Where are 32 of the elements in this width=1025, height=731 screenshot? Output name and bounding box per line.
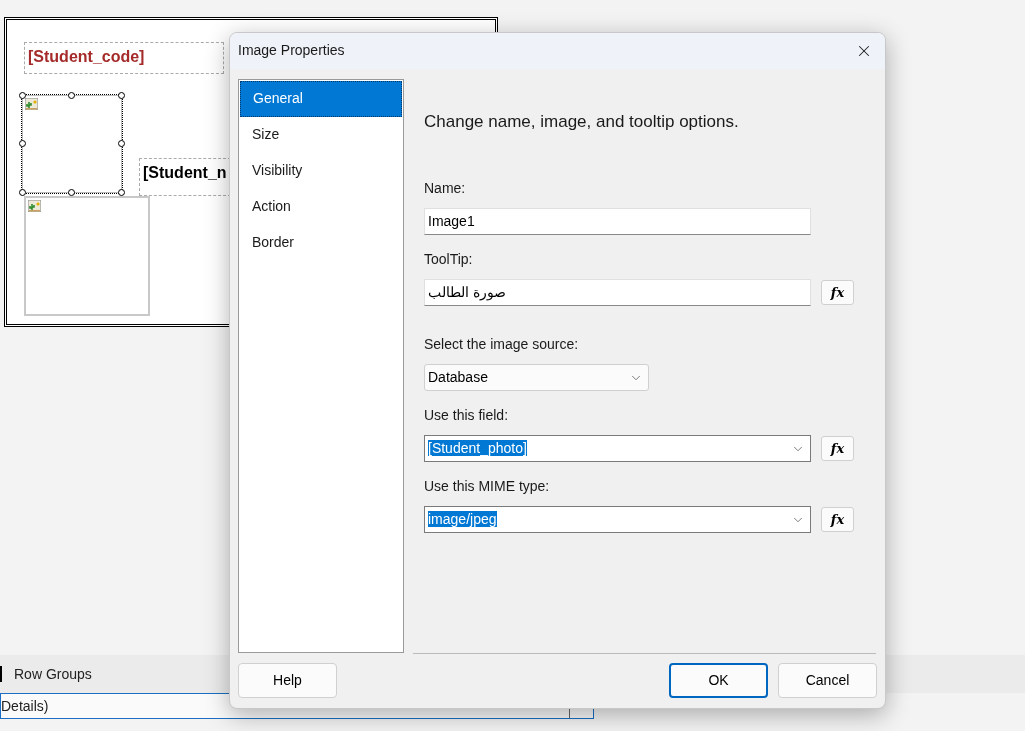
page-heading: Change name, image, and tooltip options.: [424, 110, 740, 133]
expression-button[interactable]: fx: [821, 280, 854, 306]
expression-button[interactable]: fx: [821, 507, 854, 533]
help-button[interactable]: Help: [238, 663, 337, 699]
resize-handle[interactable]: [118, 140, 125, 147]
dialog-button[interactable]: Cancel: [778, 663, 877, 699]
image-placeholder-icon: [25, 98, 38, 110]
page-tab[interactable]: Border: [240, 224, 402, 261]
text-field[interactable]: صورة الطالب: [424, 279, 811, 307]
page-tab[interactable]: Action: [240, 188, 402, 225]
dropdown-field[interactable]: image/jpeg: [424, 506, 811, 534]
resize-handle[interactable]: [68, 92, 75, 99]
dialog-button[interactable]: OK: [669, 663, 768, 699]
dropdown-field[interactable]: [Student_photo]: [424, 435, 811, 463]
resize-handle[interactable]: [19, 92, 26, 99]
window-title: Image Properties: [238, 41, 345, 61]
image-placeholder-icon: [28, 200, 41, 212]
pane-title: Row Groups: [14, 664, 92, 684]
page-tab[interactable]: Size: [240, 116, 402, 153]
page-tab[interactable]: Visibility: [240, 152, 402, 189]
page-tab[interactable]: General: [240, 80, 402, 117]
field-label: Select the image source:: [424, 335, 580, 355]
text-field[interactable]: Image1: [424, 208, 811, 236]
field-label: ToolTip:: [424, 250, 474, 270]
field-label: Use this MIME type:: [424, 477, 551, 497]
field-label: Use this field:: [424, 406, 510, 426]
resize-handle[interactable]: [19, 140, 26, 147]
image-item[interactable]: [19, 92, 125, 196]
expression-button[interactable]: fx: [821, 436, 854, 462]
dropdown-field[interactable]: Database: [424, 364, 649, 392]
field-label: Name:: [424, 179, 467, 199]
resize-handle[interactable]: [118, 92, 125, 99]
